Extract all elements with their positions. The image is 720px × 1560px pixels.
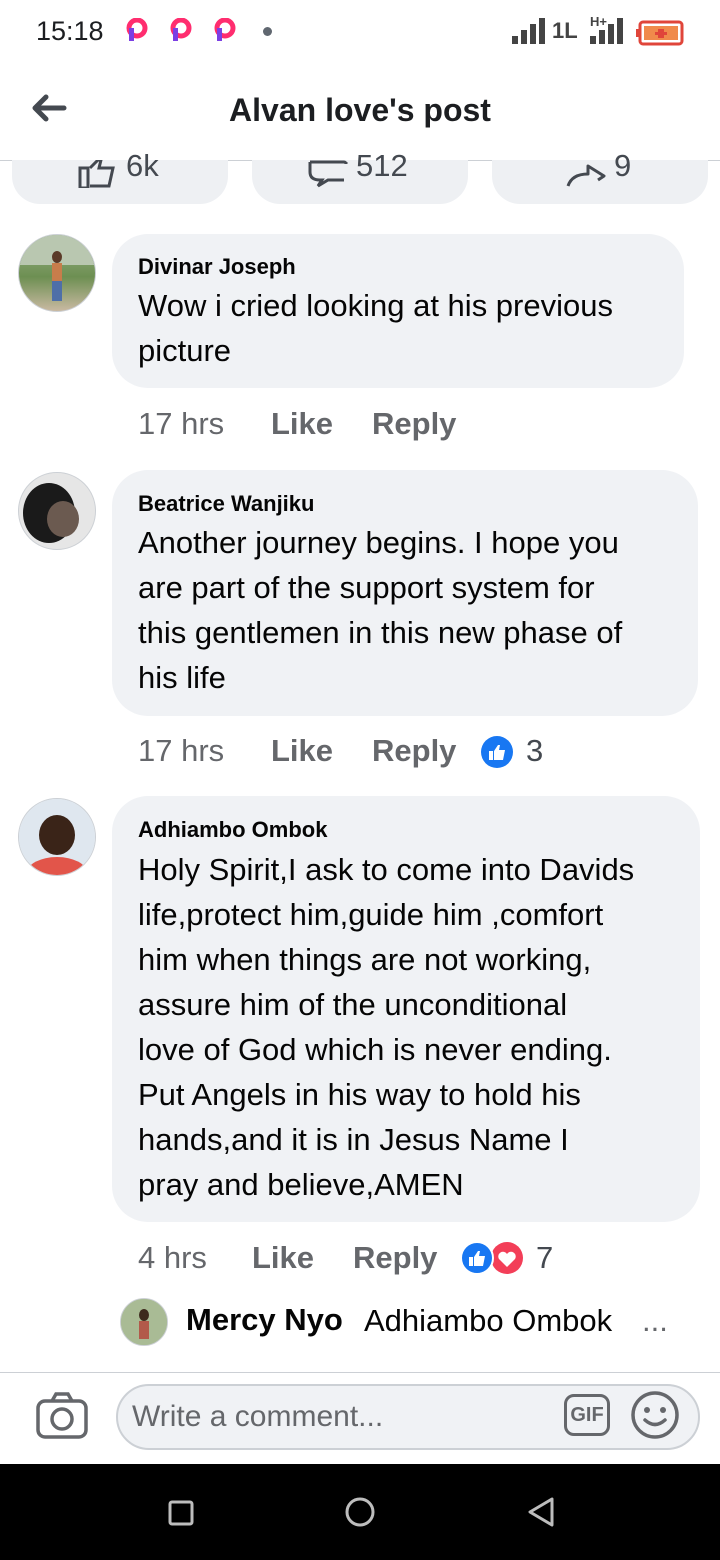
comment-author[interactable]: Adhiambo Ombok: [138, 817, 327, 843]
share-icon: [566, 164, 606, 187]
like-reaction-icon[interactable]: [480, 735, 514, 769]
like-button[interactable]: Like: [271, 733, 333, 769]
comment-text: Wow i cried looking at his previous pictu…: [138, 288, 613, 368]
reply-snippet[interactable]: Adhiambo Ombok: [364, 1303, 612, 1339]
avatar[interactable]: [18, 234, 96, 312]
signal-icon-2: [590, 18, 623, 44]
comment-time: 4 hrs: [138, 1240, 207, 1275]
comment-text: Holy Spirit,I ask to come into Davids lif…: [138, 852, 635, 1202]
emoji-icon[interactable]: [630, 1390, 680, 1440]
avatar[interactable]: [18, 472, 96, 550]
reaction-count[interactable]: 7: [536, 1240, 553, 1276]
like-button[interactable]: Like: [252, 1240, 314, 1276]
avatar-photo: [19, 799, 95, 875]
comment-time: 17 hrs: [138, 733, 225, 768]
reply-button[interactable]: Reply: [372, 406, 456, 442]
avatar-photo: [121, 1299, 167, 1345]
home-icon[interactable]: [344, 1496, 376, 1528]
recent-apps-icon[interactable]: [168, 1500, 194, 1526]
comment-text: Another journey begins. I hope you are pa…: [138, 525, 623, 695]
app-notification-icon: [214, 18, 236, 41]
gif-icon[interactable]: GIF: [564, 1394, 610, 1436]
comment-author[interactable]: Beatrice Wanjiku: [138, 491, 314, 517]
back-icon[interactable]: [526, 1496, 556, 1528]
like-count: 6k: [126, 148, 159, 183]
like-icon: [78, 160, 115, 188]
comment-icon: [308, 160, 348, 188]
like-count-pill[interactable]: [12, 160, 228, 204]
app-notification-icon: [170, 18, 192, 41]
comment-author[interactable]: Divinar Joseph: [138, 254, 296, 280]
avatar-photo: [19, 235, 95, 301]
reply-author[interactable]: Mercy Nyo: [186, 1302, 343, 1338]
camera-icon[interactable]: [36, 1392, 88, 1440]
page-title: Alvan love's post: [229, 92, 491, 128]
signal-icon: [512, 18, 545, 44]
more-notifications-icon: [263, 27, 272, 36]
avatar[interactable]: [18, 798, 96, 876]
app-notification-icon: [126, 18, 148, 41]
like-button[interactable]: Like: [271, 406, 333, 442]
battery-icon: [636, 20, 684, 46]
reaction-count[interactable]: 3: [526, 733, 543, 769]
reply-button[interactable]: Reply: [353, 1240, 437, 1276]
avatar-photo: [19, 473, 95, 549]
reply-avatar[interactable]: [120, 1298, 168, 1346]
comment-input-placeholder[interactable]: Write a comment...: [132, 1400, 383, 1434]
comment-time: 17 hrs: [138, 406, 225, 441]
share-count: 9: [614, 148, 632, 183]
comment-count: 512: [356, 148, 408, 183]
status-bar: 15:18 1L H+: [0, 0, 720, 64]
status-time: 15:18: [36, 16, 104, 46]
reply-button[interactable]: Reply: [372, 733, 456, 769]
like-love-reaction-icons[interactable]: [460, 1241, 524, 1275]
reply-ellipsis: ...: [642, 1303, 668, 1338]
data-indicator: 1L: [552, 18, 578, 43]
